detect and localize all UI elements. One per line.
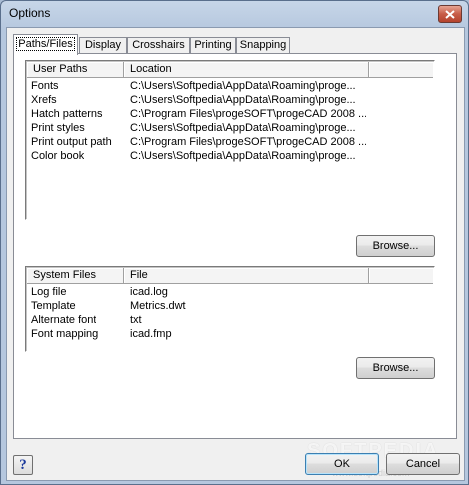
path-name: Color book xyxy=(31,150,85,162)
cancel-button[interactable]: Cancel xyxy=(386,453,460,475)
file-type: Font mapping xyxy=(31,328,99,340)
file-type: Template xyxy=(31,300,76,312)
file-name: Metrics.dwt xyxy=(130,300,186,312)
file-type: Log file xyxy=(31,286,67,298)
column-header-filler xyxy=(369,62,433,78)
column-header-system-files[interactable]: System Files xyxy=(27,268,124,284)
close-button[interactable] xyxy=(438,5,462,23)
path-location: C:\Users\Softpedia\AppData\Roaming\proge… xyxy=(130,94,356,106)
tab-label: Paths/Files xyxy=(16,37,75,51)
ok-button[interactable]: OK xyxy=(305,453,379,475)
system-files-list[interactable]: System Files File Log file icad.log Temp… xyxy=(25,266,435,352)
file-name: icad.log xyxy=(130,286,168,298)
file-type: Alternate font xyxy=(31,314,97,326)
user-paths-list[interactable]: User Paths Location Fonts C:\Users\Softp… xyxy=(25,60,435,220)
help-button[interactable]: ? xyxy=(13,455,33,475)
dialog-body: Paths/Files Display Crosshairs Printing … xyxy=(6,27,465,481)
tab-printing[interactable]: Printing xyxy=(190,37,236,54)
path-name: Hatch patterns xyxy=(31,108,103,120)
path-name: Print output path xyxy=(31,136,112,148)
list-header: User Paths Location xyxy=(27,62,433,79)
path-location: C:\Users\Softpedia\AppData\Roaming\proge… xyxy=(130,80,356,92)
paths-files-panel: User Paths Location Fonts C:\Users\Softp… xyxy=(13,53,457,439)
column-header-user-paths[interactable]: User Paths xyxy=(27,62,124,78)
file-name: txt xyxy=(130,314,142,326)
list-header: System Files File xyxy=(27,268,433,285)
options-dialog: Options Paths/Files Display Crosshairs P… xyxy=(0,0,469,485)
path-location: C:\Users\Softpedia\AppData\Roaming\proge… xyxy=(130,150,356,162)
browse-user-paths-button[interactable]: Browse... xyxy=(356,235,435,257)
file-name: icad.fmp xyxy=(130,328,172,340)
tab-snapping[interactable]: Snapping xyxy=(236,37,290,54)
column-header-file[interactable]: File xyxy=(124,268,369,284)
path-location: C:\Program Files\progeSOFT\progeCAD 2008… xyxy=(130,136,366,148)
tab-paths-files[interactable]: Paths/Files xyxy=(13,34,78,55)
path-location: C:\Program Files\progeSOFT\progeCAD 2008… xyxy=(130,108,366,120)
path-name: Xrefs xyxy=(31,94,57,106)
window-title: Options xyxy=(9,6,51,20)
column-header-location[interactable]: Location xyxy=(124,62,369,78)
title-bar[interactable]: Options xyxy=(1,1,468,27)
close-icon xyxy=(445,9,455,19)
tab-crosshairs[interactable]: Crosshairs xyxy=(127,37,190,54)
browse-system-files-button[interactable]: Browse... xyxy=(356,357,435,379)
column-header-filler xyxy=(369,268,433,284)
path-name: Fonts xyxy=(31,80,59,92)
path-location: C:\Users\Softpedia\AppData\Roaming\proge… xyxy=(130,122,356,134)
tab-display[interactable]: Display xyxy=(79,37,127,54)
path-name: Print styles xyxy=(31,122,85,134)
